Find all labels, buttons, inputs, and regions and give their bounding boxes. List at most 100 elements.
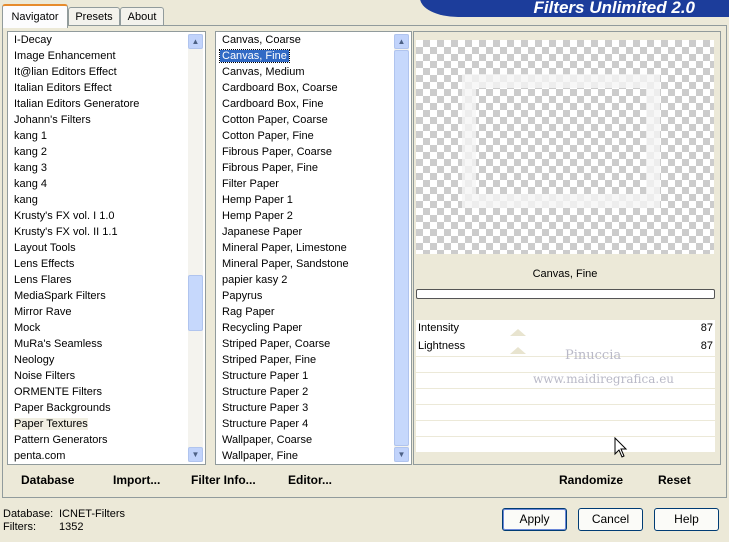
filter-item[interactable]: Fibrous Paper, Coarse xyxy=(222,144,349,160)
scroll-thumb[interactable] xyxy=(188,275,203,331)
category-item[interactable]: Paper Textures xyxy=(14,416,139,432)
cancel-button[interactable]: Cancel xyxy=(578,508,643,531)
category-item[interactable]: kang 2 xyxy=(14,144,139,160)
progress-bar xyxy=(416,289,715,299)
tab-navigator[interactable]: Navigator xyxy=(2,4,68,28)
filter-item[interactable]: Papyrus xyxy=(222,288,349,304)
category-item[interactable]: Mirror Rave xyxy=(14,304,139,320)
slider-indicator-icon xyxy=(510,347,526,354)
category-item[interactable]: Pattern Generators xyxy=(14,432,139,448)
category-item[interactable]: Neology xyxy=(14,352,139,368)
category-item[interactable]: kang 1 xyxy=(14,128,139,144)
category-item[interactable]: I-Decay xyxy=(14,32,139,48)
scroll-down-icon[interactable]: ▼ xyxy=(394,447,409,462)
filter-item-label: Rag Paper xyxy=(222,306,275,318)
param-intensity[interactable]: Intensity 87 xyxy=(416,320,715,339)
category-item[interactable]: Lens Flares xyxy=(14,272,139,288)
category-item-label: Noise Filters xyxy=(14,370,76,382)
status-filters-label: Filters: xyxy=(3,521,36,533)
filter-item[interactable]: Cotton Paper, Fine xyxy=(222,128,349,144)
status-database-label: Database: xyxy=(3,508,54,520)
filter-item[interactable]: Striped Paper, Fine xyxy=(222,352,349,368)
filter-item[interactable]: Fibrous Paper, Fine xyxy=(222,160,349,176)
filter-item[interactable]: Structure Paper 4 xyxy=(222,416,349,432)
filter-item[interactable]: Canvas, Fine xyxy=(219,48,349,64)
filter-item[interactable]: Canvas, Coarse xyxy=(222,32,349,48)
filter-item-label: Structure Paper 4 xyxy=(222,418,309,430)
category-item-label: Italian Editors Effect xyxy=(14,82,112,94)
filter-item[interactable]: Wallpaper, Fine xyxy=(222,448,349,464)
filter-item[interactable]: Structure Paper 2 xyxy=(222,384,349,400)
category-item[interactable]: Johann's Filters xyxy=(14,112,139,128)
category-item[interactable]: It@lian Editors Effect xyxy=(14,64,139,80)
category-item[interactable]: kang 4 xyxy=(14,176,139,192)
randomize-button[interactable]: Randomize xyxy=(559,472,623,488)
category-item[interactable]: Noise Filters xyxy=(14,368,139,384)
category-item-label: penta.com xyxy=(14,450,66,462)
filter-item[interactable]: Hemp Paper 1 xyxy=(222,192,349,208)
category-item[interactable]: Krusty's FX vol. II 1.1 xyxy=(14,224,139,240)
filter-item[interactable]: Mineral Paper, Sandstone xyxy=(222,256,349,272)
scroll-up-icon[interactable]: ▲ xyxy=(394,34,409,49)
filter-item[interactable]: Mineral Paper, Limestone xyxy=(222,240,349,256)
database-button[interactable]: Database xyxy=(21,472,74,488)
filter-item[interactable]: Recycling Paper xyxy=(222,320,349,336)
filter-item[interactable]: Cardboard Box, Fine xyxy=(222,96,349,112)
filter-scrollbar[interactable]: ▲ ▼ xyxy=(394,34,409,462)
category-item[interactable]: MuRa's Seamless xyxy=(14,336,139,352)
apply-button[interactable]: Apply xyxy=(502,508,567,531)
scroll-thumb[interactable] xyxy=(394,50,409,446)
app-banner-title: Filters Unlimited 2.0 xyxy=(420,0,729,17)
category-item[interactable]: Italian Editors Generatore xyxy=(14,96,139,112)
filter-item-label: Mineral Paper, Limestone xyxy=(222,242,347,254)
category-item[interactable]: Mock xyxy=(14,320,139,336)
status-database-value: ICNET-Filters xyxy=(59,508,125,520)
category-item[interactable]: Layout Tools xyxy=(14,240,139,256)
filter-item-label: Striped Paper, Coarse xyxy=(222,338,331,350)
category-item[interactable]: penta.com xyxy=(14,448,139,464)
scroll-up-icon[interactable]: ▲ xyxy=(188,34,203,49)
import-button[interactable]: Import... xyxy=(113,472,160,488)
filter-info-button[interactable]: Filter Info... xyxy=(191,472,256,488)
filter-item[interactable]: Structure Paper 1 xyxy=(222,368,349,384)
tab-about[interactable]: About xyxy=(120,7,164,26)
filter-item[interactable]: Japanese Paper xyxy=(222,224,349,240)
category-item[interactable]: Italian Editors Effect xyxy=(14,80,139,96)
help-button[interactable]: Help xyxy=(654,508,719,531)
filter-item-label: Cotton Paper, Coarse xyxy=(222,114,328,126)
filter-item[interactable]: Hemp Paper 2 xyxy=(222,208,349,224)
tab-presets[interactable]: Presets xyxy=(68,7,120,26)
filter-item[interactable]: Structure Paper 3 xyxy=(222,400,349,416)
filter-item-label: Canvas, Coarse xyxy=(222,34,301,46)
category-item-label: kang 2 xyxy=(14,146,48,158)
filter-item[interactable]: Canvas, Medium xyxy=(222,64,349,80)
category-item[interactable]: Lens Effects xyxy=(14,256,139,272)
scroll-down-icon[interactable]: ▼ xyxy=(188,447,203,462)
filter-item[interactable]: Wallpaper, Coarse xyxy=(222,432,349,448)
category-item[interactable]: Paper Backgrounds xyxy=(14,400,139,416)
filter-item[interactable]: Striped Paper, Coarse xyxy=(222,336,349,352)
category-item-label: Layout Tools xyxy=(14,242,76,254)
reset-button[interactable]: Reset xyxy=(658,472,691,488)
category-item-label: Johann's Filters xyxy=(14,114,91,126)
category-item[interactable]: kang 3 xyxy=(14,160,139,176)
watermark-line1: Pinuccia xyxy=(565,348,622,363)
category-list: I-Decay Image Enhancement It@lian Editors … xyxy=(14,32,139,464)
filter-item-label: Wallpaper, Fine xyxy=(222,450,299,462)
category-item[interactable]: Krusty's FX vol. I 1.0 xyxy=(14,208,139,224)
filter-item[interactable]: Rag Paper xyxy=(222,304,349,320)
filter-item[interactable]: Cardboard Box, Coarse xyxy=(222,80,349,96)
filter-item[interactable]: papier kasy 2 xyxy=(222,272,349,288)
filter-item-label: Mineral Paper, Sandstone xyxy=(222,258,349,270)
category-item[interactable]: ORMENTE Filters xyxy=(14,384,139,400)
filter-item-label: Cotton Paper, Fine xyxy=(222,130,314,142)
preview-image xyxy=(416,40,714,254)
filter-item[interactable]: Cotton Paper, Coarse xyxy=(222,112,349,128)
category-item[interactable]: kang xyxy=(14,192,139,208)
filter-item[interactable]: Filter Paper xyxy=(222,176,349,192)
category-item[interactable]: Image Enhancement xyxy=(14,48,139,64)
category-scrollbar[interactable]: ▲ ▼ xyxy=(188,34,203,462)
category-item[interactable]: MediaSpark Filters xyxy=(14,288,139,304)
editor-button[interactable]: Editor... xyxy=(288,472,332,488)
category-item-label: Neology xyxy=(14,354,55,366)
